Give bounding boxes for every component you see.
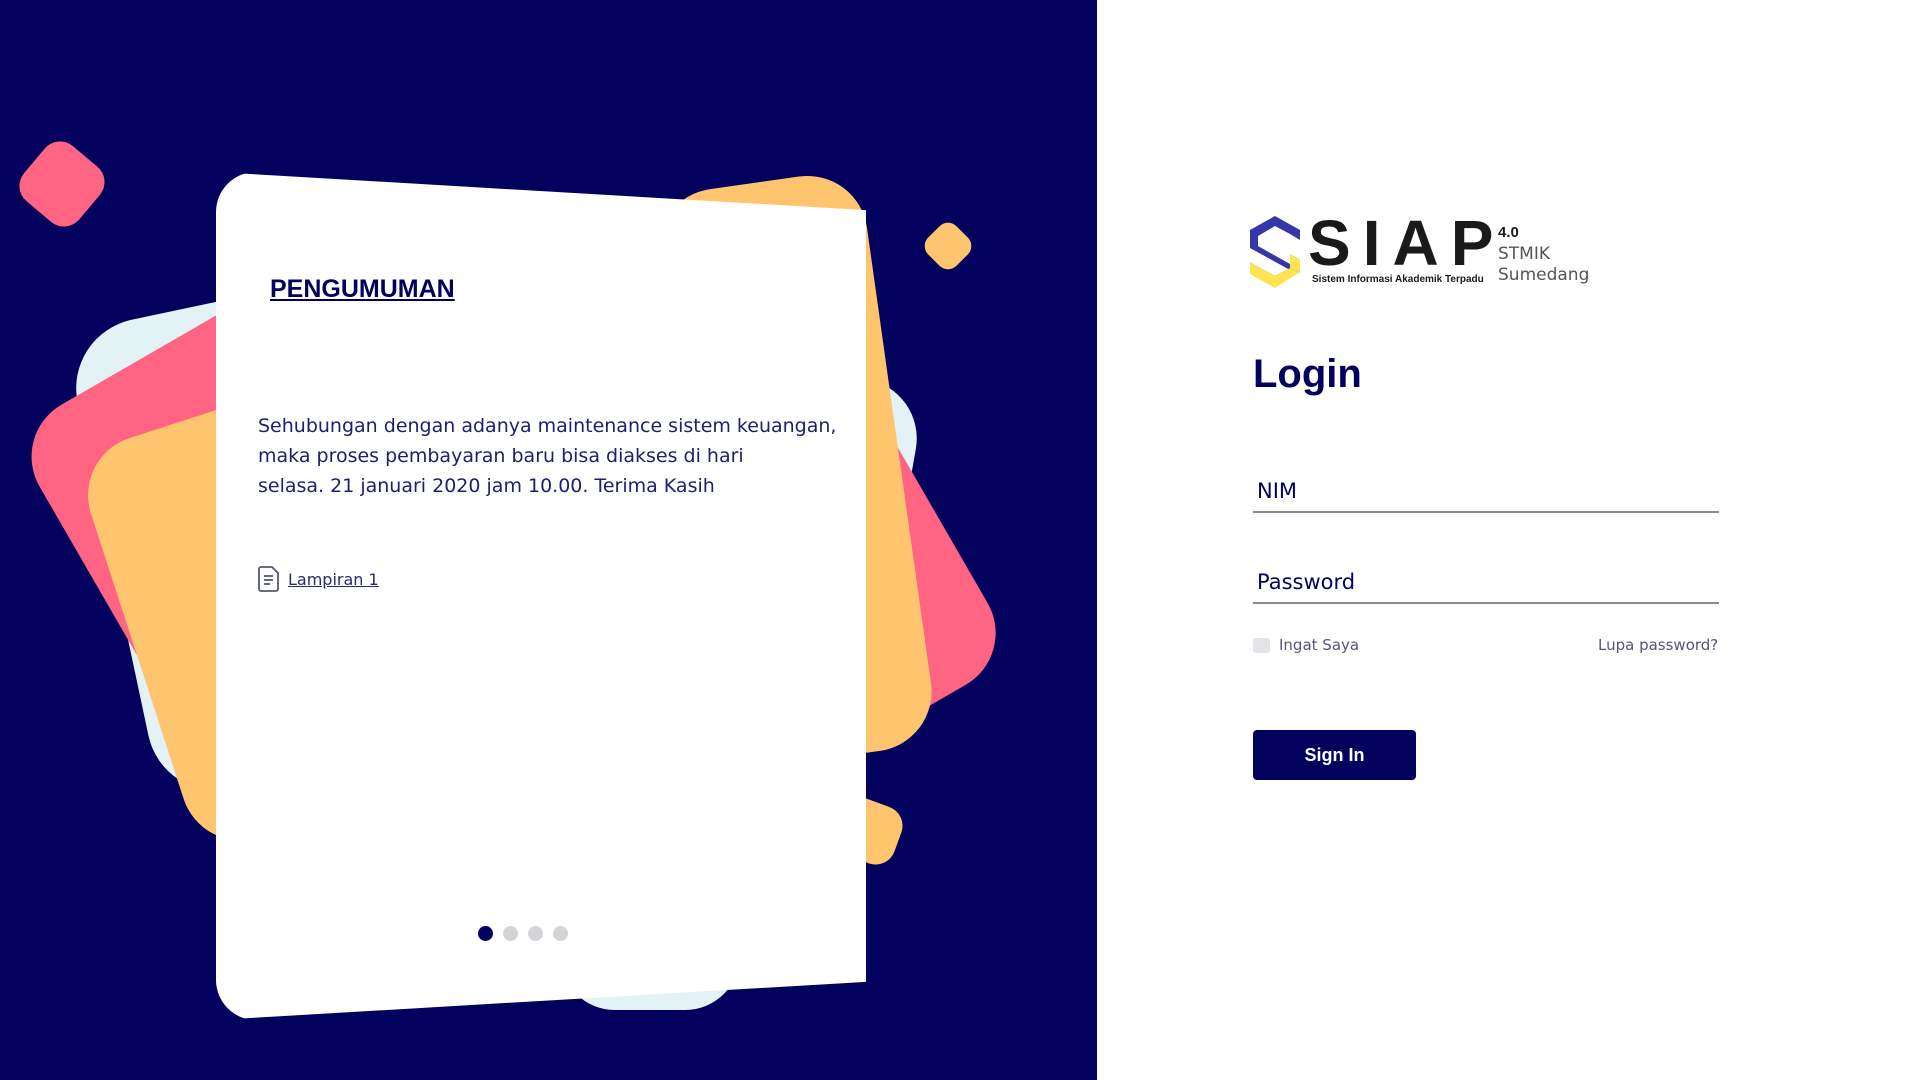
carousel-dot-3[interactable] [528, 926, 543, 941]
remember-label: Ingat Saya [1279, 636, 1360, 654]
announcement-text: Sehubungan dengan adanya maintenance sis… [258, 411, 838, 501]
logo-wordmark: SIAP [1308, 207, 1506, 279]
logo-institution: Sumedang [1498, 265, 1590, 285]
siap-logo-mark-icon [1250, 216, 1300, 288]
document-icon [258, 566, 279, 592]
announcement-line: maka proses pembayaran baru bisa diakses… [258, 445, 744, 467]
forgot-password-link[interactable]: Lupa password? [1598, 636, 1718, 654]
announcement-line: selasa. 21 januari 2020 jam 10.00. Terim… [258, 475, 715, 497]
carousel-indicators [478, 926, 568, 941]
carousel-dot-2[interactable] [503, 926, 518, 941]
announcement-line: Sehubungan dengan adanya maintenance sis… [258, 415, 837, 437]
remember-checkbox[interactable] [1253, 637, 1270, 653]
carousel-dot-4[interactable] [553, 926, 568, 941]
siap-logo: SIAP Sistem Informasi Akademik Terpadu 4… [1246, 208, 1626, 294]
decor-shape [919, 217, 977, 275]
password-input[interactable] [1253, 562, 1719, 604]
sign-in-button[interactable]: Sign In [1253, 730, 1416, 780]
logo-version: 4.0 [1498, 224, 1519, 241]
carousel-dot-1[interactable] [478, 926, 493, 941]
login-title: Login [1253, 352, 1362, 396]
attachment-link[interactable]: Lampiran 1 [258, 566, 379, 592]
logo-institution: STMIK [1498, 244, 1551, 264]
attachment-label[interactable]: Lampiran 1 [288, 570, 379, 589]
announcement-panel: PENGUMUMAN Sehubungan dengan adanya main… [0, 0, 1097, 1080]
announcement-title: PENGUMUMAN [270, 275, 455, 303]
login-page: PENGUMUMAN Sehubungan dengan adanya main… [0, 0, 1920, 1080]
remember-me[interactable]: Ingat Saya [1253, 636, 1359, 654]
nim-input[interactable] [1253, 471, 1719, 513]
decor-shape [11, 133, 113, 235]
logo-tagline: Sistem Informasi Akademik Terpadu [1312, 274, 1484, 285]
